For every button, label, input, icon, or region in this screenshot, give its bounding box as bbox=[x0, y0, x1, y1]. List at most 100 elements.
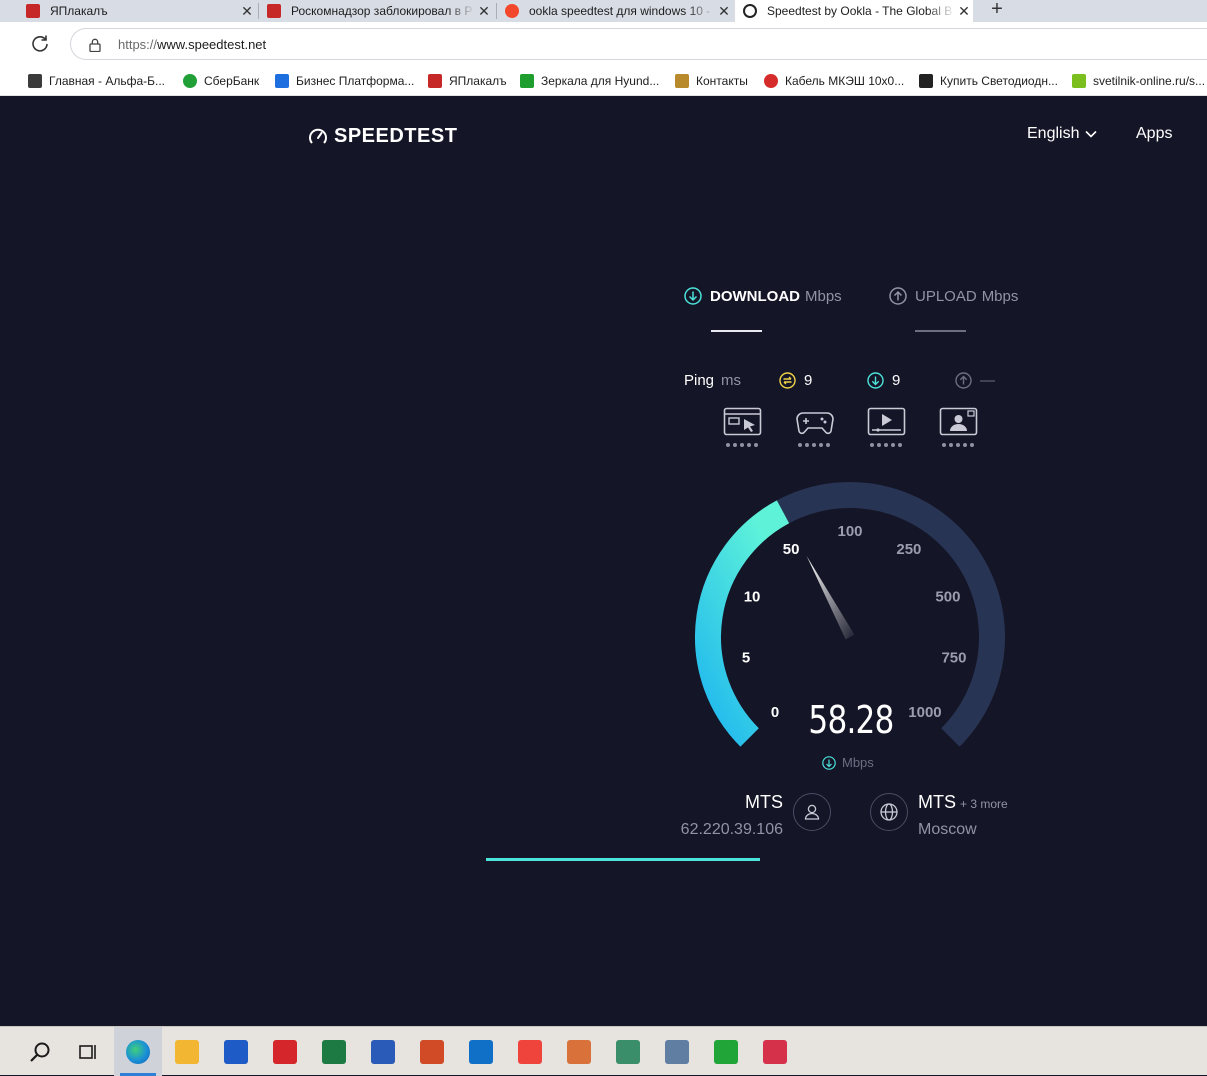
idle-latency-icon bbox=[779, 372, 796, 389]
upload-metric: UPLOAD Mbps bbox=[889, 287, 1018, 305]
powerpoint-taskbar-icon bbox=[420, 1039, 444, 1064]
tab-close-icon[interactable]: ✕ bbox=[715, 3, 733, 20]
app-blue-grid-taskbar-icon bbox=[224, 1039, 248, 1064]
word-taskbar-icon bbox=[371, 1039, 395, 1064]
speedtest-favicon-icon bbox=[743, 4, 757, 18]
bookmark-yaplakal[interactable]: ЯПлакалъ bbox=[428, 72, 507, 90]
yaplakal-favicon-icon bbox=[26, 4, 40, 18]
user-glyph-icon bbox=[804, 804, 820, 820]
sberbank-favicon-icon bbox=[183, 74, 197, 88]
gauge-tick-label: 250 bbox=[896, 541, 921, 558]
bookmark-label: Кабель МКЭШ 10х0... bbox=[785, 74, 905, 88]
task-view-taskbar-button[interactable] bbox=[64, 1027, 112, 1076]
tab-ookla-search[interactable]: ookla speedtest для windows 10 - ✕ bbox=[497, 0, 733, 22]
speedtest-logo[interactable]: SPEEDTEST bbox=[308, 125, 457, 148]
new-tab-button[interactable]: + bbox=[986, 0, 1008, 22]
video-chat-icon bbox=[939, 407, 978, 447]
ping-label: Ping bbox=[684, 372, 715, 389]
upload-unit: Mbps bbox=[981, 287, 1019, 305]
ping-download: 9 bbox=[867, 372, 900, 389]
ping-idle: 9 bbox=[779, 372, 812, 389]
excel-taskbar-button[interactable] bbox=[310, 1027, 358, 1076]
svetilnik-favicon-icon bbox=[1072, 74, 1086, 88]
outlook-taskbar-icon bbox=[469, 1039, 493, 1064]
lock-icon[interactable] bbox=[89, 38, 101, 52]
cable-favicon-icon bbox=[764, 74, 778, 88]
ping-label-group: Ping ms bbox=[684, 372, 741, 389]
bookmark-label: Купить Светодиодн... bbox=[940, 74, 1058, 88]
gauge-tick-label: 1000 bbox=[908, 704, 941, 721]
bookmark-contacts[interactable]: Контакты bbox=[675, 72, 748, 90]
yaplakal-favicon-icon bbox=[428, 74, 442, 88]
file-explorer-taskbar-button[interactable] bbox=[163, 1027, 211, 1076]
bookmark-label: Зеркала для Hyund... bbox=[541, 74, 660, 88]
globe-glyph-icon bbox=[880, 803, 898, 821]
hyundai-favicon-icon bbox=[520, 74, 534, 88]
edge-taskbar-button[interactable] bbox=[114, 1027, 162, 1076]
test-progress-bar bbox=[486, 858, 760, 861]
calculator-taskbar-button[interactable] bbox=[653, 1027, 701, 1076]
yandex-favicon-icon bbox=[505, 4, 519, 18]
gauge-tick-label: 750 bbox=[941, 650, 966, 667]
upload-latency-icon bbox=[955, 372, 972, 389]
url-text[interactable]: https://www.speedtest.net bbox=[118, 37, 266, 52]
tab-title: Роскомнадзор заблокировал в Р bbox=[291, 4, 473, 18]
bookmark-label: Бизнес Платформа... bbox=[296, 74, 415, 88]
upload-underline bbox=[915, 330, 966, 332]
bookmark-alfa[interactable]: Главная - Альфа-Б... bbox=[28, 72, 165, 90]
tab-speedtest[interactable]: Speedtest by Ookla - The Global B ✕ bbox=[735, 0, 973, 22]
calculator-taskbar-icon bbox=[665, 1039, 689, 1064]
bookmark-sberbank[interactable]: СберБанк bbox=[183, 72, 259, 90]
upload-label: UPLOAD bbox=[915, 287, 977, 305]
apps-link[interactable]: Apps bbox=[1136, 125, 1172, 143]
gauge-needle bbox=[806, 555, 855, 640]
app-swirl-taskbar-button[interactable] bbox=[261, 1027, 309, 1076]
video-streaming-icon bbox=[867, 407, 906, 447]
app-pencil-taskbar-button[interactable] bbox=[555, 1027, 603, 1076]
app-camera-taskbar-button[interactable] bbox=[751, 1027, 799, 1076]
gauge-tick-label: 50 bbox=[783, 541, 800, 558]
url-protocol: https:// bbox=[118, 37, 158, 52]
address-bar[interactable]: https://www.speedtest.net bbox=[70, 28, 1207, 60]
address-toolbar: https://www.speedtest.net bbox=[0, 22, 1207, 66]
download-small-icon bbox=[822, 755, 836, 770]
bookmark-svetilnik[interactable]: svetilnik-online.ru/s... bbox=[1072, 72, 1205, 90]
server-more-link[interactable]: + 3 more bbox=[960, 797, 1008, 811]
bookmark-cable[interactable]: Кабель МКЭШ 10х0... bbox=[764, 72, 904, 90]
gauge-tick-label: 5 bbox=[742, 650, 750, 667]
globe-icon[interactable] bbox=[870, 793, 908, 831]
app-swirl-taskbar-icon bbox=[273, 1039, 297, 1064]
windows-taskbar bbox=[0, 1026, 1207, 1076]
app-diagram-taskbar-button[interactable] bbox=[604, 1027, 652, 1076]
bookmark-business-platform[interactable]: Бизнес Платформа... bbox=[275, 72, 414, 90]
tab-close-icon[interactable]: ✕ bbox=[238, 3, 256, 20]
tab-close-icon[interactable]: ✕ bbox=[955, 3, 973, 20]
anydesk-taskbar-icon bbox=[518, 1039, 542, 1064]
download-unit: Mbps bbox=[805, 287, 842, 305]
powerpoint-taskbar-button[interactable] bbox=[408, 1027, 456, 1076]
alfa-favicon-icon bbox=[28, 74, 42, 88]
user-icon[interactable] bbox=[793, 793, 831, 831]
tab-close-icon[interactable]: ✕ bbox=[475, 3, 493, 20]
gaming-icon bbox=[796, 412, 834, 447]
yaplakal-favicon-icon bbox=[267, 4, 281, 18]
app-blue-grid-taskbar-button[interactable] bbox=[212, 1027, 260, 1076]
bookmark-label: Контакты bbox=[696, 74, 748, 88]
bookmark-hyundai-mirrors[interactable]: Зеркала для Hyund... bbox=[520, 72, 659, 90]
language-selector[interactable]: English bbox=[1027, 125, 1098, 143]
bookmark-led[interactable]: Купить Светодиодн... bbox=[919, 72, 1058, 90]
search-taskbar-button[interactable] bbox=[16, 1027, 64, 1076]
tab-roskomnadzor[interactable]: Роскомнадзор заблокировал в Р ✕ bbox=[259, 0, 493, 22]
reload-icon[interactable] bbox=[30, 33, 50, 53]
anydesk-taskbar-button[interactable] bbox=[506, 1027, 554, 1076]
app-green-taskbar-button[interactable] bbox=[702, 1027, 750, 1076]
download-latency-icon bbox=[867, 372, 884, 389]
search-taskbar-icon bbox=[28, 1040, 52, 1064]
tab-title: Speedtest by Ookla - The Global B bbox=[767, 4, 953, 18]
word-taskbar-button[interactable] bbox=[359, 1027, 407, 1076]
outlook-taskbar-button[interactable] bbox=[457, 1027, 505, 1076]
tab-yaplakal[interactable]: ЯПлакалъ ✕ bbox=[18, 0, 256, 22]
server-name[interactable]: MTS + 3 more bbox=[918, 792, 1008, 813]
isp-ip: 62.220.39.106 bbox=[680, 821, 783, 838]
file-explorer-taskbar-icon bbox=[175, 1039, 199, 1064]
